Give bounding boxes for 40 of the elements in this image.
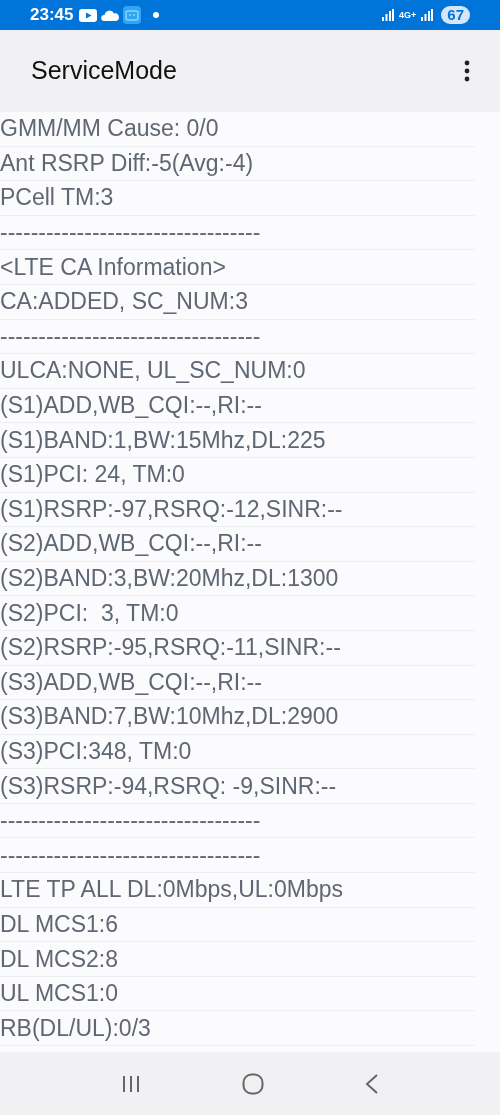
info-line: (S3)BAND:7,BW:10Mhz,DL:2900 — [0, 705, 339, 729]
info-line: <LTE CA Information> — [0, 255, 226, 279]
info-line: LTE TP ALL DL:0Mbps,UL:0Mbps — [0, 878, 344, 902]
info-line: (S2)PCI: 3, TM:0 — [0, 601, 179, 625]
info-line: DL MCS1:6 — [0, 912, 119, 936]
info-line: (S2)BAND:3,BW:20Mhz,DL:1300 — [0, 567, 339, 590]
app-title: ServiceMode — [31, 55, 177, 87]
app-icon — [123, 6, 142, 24]
info-line: GMM/MM Cause: 0/0 — [0, 117, 219, 141]
info-line: (S2)ADD,WB_CQI:--,RI:-- — [0, 532, 262, 556]
info-line: ULCA:NONE, UL_SC_NUM:0 — [0, 359, 306, 383]
info-line: ---------------------------------- — [0, 324, 261, 348]
info-line: (S2)RSRP:-95,RSRQ:-11,SINR:-- — [0, 636, 341, 660]
info-line: ---------------------------------- — [0, 843, 261, 867]
status-time: 23:45 — [30, 4, 74, 27]
info-line: ---------------------------------- — [0, 809, 261, 833]
info-line: (S1)ADD,WB_CQI:--,RI:-- — [0, 394, 262, 418]
signal-icon — [382, 9, 395, 21]
back-icon[interactable] — [365, 1073, 380, 1094]
battery-level: 67 — [441, 6, 470, 24]
info-line: (S3)PCI:348, TM:0 — [0, 740, 192, 763]
more-options-icon[interactable] — [464, 60, 470, 82]
recent-apps-icon[interactable] — [120, 1073, 141, 1094]
info-line: UL MCS1:0 — [0, 982, 119, 1006]
info-line: Ant RSRP Diff:-5(Avg:-4) — [0, 151, 254, 175]
signal-icon — [421, 9, 434, 21]
info-line: (S3)ADD,WB_CQI:--,RI:-- — [0, 670, 262, 694]
video-play-icon — [79, 8, 98, 22]
info-line: (S3)RSRP:-94,RSRQ: -9,SINR:-- — [0, 774, 337, 798]
info-line: RB(DL/UL):0/3 — [0, 1016, 151, 1040]
info-line: PCell TM:3 — [0, 186, 114, 210]
home-icon[interactable] — [242, 1072, 264, 1095]
cloud-icon — [101, 9, 120, 21]
info-line: ---------------------------------- — [0, 221, 261, 245]
network-type: 4G+ — [399, 10, 417, 20]
info-line: (S1)BAND:1,BW:15Mhz,DL:225 — [0, 428, 326, 452]
info-line: CA:ADDED, SC_NUM:3 — [0, 290, 248, 314]
info-line: DL MCS2:8 — [0, 947, 119, 971]
info-line: (S1)RSRP:-97,RSRQ:-12,SINR:-- — [0, 497, 343, 521]
info-line: (S1)PCI: 24, TM:0 — [0, 463, 185, 487]
